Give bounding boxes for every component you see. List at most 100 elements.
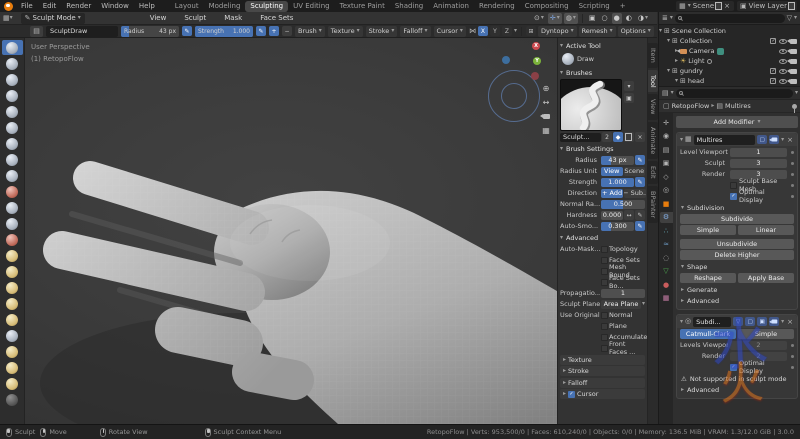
new-view-layer-icon[interactable] — [789, 3, 794, 9]
menu-edit[interactable]: Edit — [38, 0, 62, 12]
brush-clay-icon[interactable] — [2, 72, 23, 87]
properties-tab-material[interactable]: ● — [660, 279, 673, 290]
brush-elastic-deform-icon[interactable] — [2, 280, 23, 295]
close-icon[interactable]: × — [786, 318, 794, 326]
cursor-dropdown[interactable]: Cursor▾ — [434, 26, 466, 37]
brush-dropdown[interactable]: Brush▾ — [295, 26, 325, 37]
simple-button[interactable]: Simple — [738, 329, 794, 339]
duplicate-icon[interactable] — [624, 132, 634, 142]
properties-tab-constraints[interactable]: ◌ — [660, 252, 673, 263]
radius-slider[interactable]: 43 px — [601, 156, 634, 165]
invert-icon[interactable]: ↔ — [624, 210, 634, 220]
camera-view-icon[interactable] — [540, 110, 552, 122]
original-normal-checkbox[interactable] — [601, 312, 608, 319]
subdivision-subpanel-header[interactable]: ▾Subdivision — [681, 204, 793, 212]
workspace-scripting[interactable]: Scripting — [574, 1, 615, 12]
properties-search-field[interactable] — [676, 89, 793, 98]
chevron-down-icon[interactable]: ▾ — [781, 319, 784, 325]
shading-material[interactable]: ◐ — [624, 13, 634, 24]
subdivide-button[interactable]: Subdivide — [680, 214, 794, 224]
properties-tab-scene[interactable]: ◇ — [660, 171, 673, 182]
display-render-icon[interactable] — [769, 317, 779, 326]
shape-subpanel-header[interactable]: ▾Shape — [681, 263, 793, 271]
sculpt-base-mesh-checkbox[interactable] — [730, 182, 737, 189]
pivot-point-dropdown[interactable]: ⊙▾ — [532, 13, 546, 24]
gizmos-dropdown[interactable]: ✛▾ — [548, 13, 562, 24]
brush-preview-image[interactable] — [560, 79, 622, 131]
brush-inflate-icon[interactable] — [2, 136, 23, 151]
face-sets-boundary-checkbox[interactable] — [601, 279, 608, 286]
direction-add-button[interactable]: + Add — [601, 189, 623, 198]
brush-crease-icon[interactable] — [2, 168, 23, 183]
pin-icon[interactable] — [792, 104, 797, 109]
shading-rendered[interactable]: ◑▾ — [636, 13, 650, 24]
brush-mask-icon[interactable] — [2, 392, 23, 407]
generate-subpanel-header[interactable]: ▸Generate — [681, 286, 793, 294]
brush-nudge-icon[interactable] — [2, 344, 23, 359]
tab-item[interactable]: Item — [648, 43, 658, 68]
pen-pressure-icon[interactable]: ✎ — [635, 210, 645, 220]
unsubdivide-button[interactable]: Unsubdivide — [680, 239, 794, 249]
workspace-layout[interactable]: Layout — [170, 1, 204, 12]
menu-file[interactable]: File — [16, 0, 38, 12]
brush-name-field[interactable]: SculptDraw — [46, 26, 118, 37]
gizmo-axis-x-negative[interactable] — [531, 72, 539, 80]
properties-tab-tool[interactable]: ✛ — [660, 117, 673, 128]
workspace-rendering[interactable]: Rendering — [474, 1, 520, 12]
workspace-animation[interactable]: Animation — [428, 1, 474, 12]
add-modifier-button[interactable]: Add Modifier ▾ — [676, 116, 798, 128]
animate-dot-icon[interactable] — [791, 151, 794, 154]
outliner-row-scene-collection[interactable]: ▾ ⊞ Scene Collection — [659, 26, 800, 36]
cursor-panel-collapsed[interactable]: ▸✓Cursor — [560, 389, 645, 399]
brush-settings-section-header[interactable]: ▾Brush Settings — [560, 144, 645, 154]
workspace-compositing[interactable]: Compositing — [520, 1, 574, 12]
apply-base-button[interactable]: Apply Base — [738, 273, 794, 283]
brush-datablock-icon[interactable]: ▤ — [30, 26, 43, 37]
strength-pressure-icon[interactable]: ✎ — [256, 26, 266, 36]
properties-editor-icon[interactable]: ▤ — [662, 90, 669, 97]
workspace-modeling[interactable]: Modeling — [204, 1, 246, 12]
advanced-subpanel-header[interactable]: ▸Advanced — [681, 297, 793, 305]
delete-higher-button[interactable]: Delete Higher — [680, 250, 794, 260]
animate-dot-icon[interactable] — [791, 344, 794, 347]
xray-toggle[interactable]: ▣ — [587, 13, 598, 24]
normal-radius-slider[interactable]: 0.500 — [601, 200, 645, 209]
eye-icon[interactable] — [779, 49, 787, 54]
modifier-name-field[interactable]: Multires — [694, 135, 755, 145]
workspace-uv-editing[interactable]: UV Editing — [288, 1, 335, 12]
optimal-display-checkbox[interactable]: ✓ — [730, 193, 737, 200]
animate-dot-icon[interactable] — [791, 366, 794, 369]
mirror-z-button[interactable]: Z — [502, 26, 512, 36]
falloff-panel-collapsed[interactable]: ▸Falloff — [560, 378, 645, 388]
mirror-y-button[interactable]: Y — [490, 26, 500, 36]
brush-pose-icon[interactable] — [2, 328, 23, 343]
face-sets-checkbox[interactable] — [601, 257, 608, 264]
render-visibility-camera-icon[interactable] — [790, 49, 797, 54]
disclosure-triangle-icon[interactable]: ▾ — [667, 38, 670, 44]
add-workspace-button[interactable]: + — [615, 1, 631, 12]
mesh-boundary-checkbox[interactable] — [601, 268, 608, 275]
display-realtime-icon[interactable]: ▣ — [757, 317, 767, 326]
direction-subtract-button[interactable]: − — [282, 26, 292, 36]
gizmo-axis-z[interactable] — [502, 56, 510, 64]
animate-dot-icon[interactable] — [791, 195, 794, 198]
radius-pressure-icon[interactable]: ✎ — [182, 26, 192, 36]
topology-checkbox[interactable] — [601, 246, 608, 253]
view-layer-selector[interactable]: ▣ View Layer — [737, 1, 797, 11]
dyntopo-toggle-icon[interactable]: ⊞ — [526, 26, 536, 36]
brush-clay-strips-icon[interactable] — [2, 88, 23, 103]
stroke-dropdown[interactable]: Stroke▾ — [366, 26, 398, 37]
brush-layer-icon[interactable] — [2, 120, 23, 135]
reshape-button[interactable]: Reshape — [680, 273, 736, 283]
workspace-texture-paint[interactable]: Texture Paint — [335, 1, 390, 12]
direction-subtract-button[interactable]: − Sub.. — [624, 189, 646, 198]
chevron-down-icon[interactable]: ▾ — [624, 81, 634, 91]
properties-tab-particles[interactable]: ∴ — [660, 225, 673, 236]
blender-logo-icon[interactable] — [4, 2, 13, 11]
chevron-down-icon[interactable]: ▾ — [680, 319, 683, 325]
outliner-row-camera[interactable]: ▸ Camera — [659, 46, 800, 56]
pen-pressure-icon[interactable]: ✎ — [635, 155, 645, 165]
direction-add-button[interactable]: + — [269, 26, 279, 36]
sculpt-plane-dropdown[interactable]: Area Plane — [601, 300, 641, 309]
level-viewport-field[interactable]: 1 — [730, 148, 787, 157]
